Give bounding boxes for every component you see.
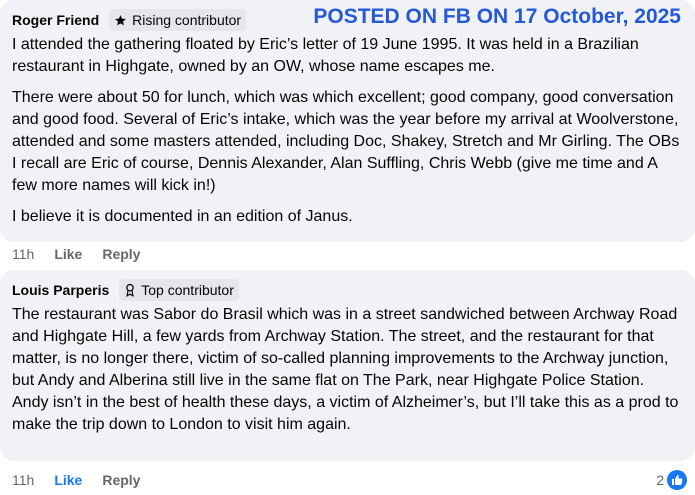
comment-timestamp[interactable]: 11h [12, 246, 34, 262]
thumbs-up-icon [667, 470, 687, 490]
reaction-summary[interactable]: 2 [656, 470, 687, 490]
author-name[interactable]: Louis Parperis [12, 282, 109, 298]
badge-label: Rising contributor [132, 12, 242, 28]
comment: Louis Parperis Top contributor The resta… [0, 270, 695, 461]
comment-paragraph: I attended the gathering floated by Eric… [12, 36, 639, 75]
comment-header: Louis Parperis Top contributor [12, 278, 683, 302]
star-icon [114, 14, 127, 27]
like-button[interactable]: Like [54, 472, 82, 488]
like-button[interactable]: Like [54, 246, 82, 262]
award-ribbon-icon [124, 283, 136, 297]
comment-thread: Roger Friend Rising contributor I attend… [0, 0, 695, 495]
author-name[interactable]: Roger Friend [12, 12, 99, 28]
reaction-count: 2 [656, 472, 664, 488]
comment-paragraph: The restaurant was Sabor do Brasil which… [12, 306, 679, 433]
contributor-badge[interactable]: Rising contributor [109, 9, 247, 31]
comment-bubble: Louis Parperis Top contributor The resta… [0, 270, 695, 461]
comment-actions: 11h Like Reply [12, 472, 160, 488]
comment: Roger Friend Rising contributor I attend… [0, 0, 695, 242]
comment-paragraph: I believe it is documented in an edition… [12, 208, 353, 225]
posted-stamp: POSTED ON FB ON 17 October, 2025 [313, 5, 681, 28]
comment-actions: 11h Like Reply [12, 246, 160, 262]
reply-button[interactable]: Reply [102, 246, 140, 262]
comment-bubble: Roger Friend Rising contributor I attend… [0, 0, 695, 242]
comment-paragraph: There were about 50 for lunch, which was… [12, 89, 680, 194]
contributor-badge[interactable]: Top contributor [119, 279, 239, 301]
badge-label: Top contributor [141, 282, 234, 298]
comment-timestamp[interactable]: 11h [12, 472, 34, 488]
reply-button[interactable]: Reply [102, 472, 140, 488]
